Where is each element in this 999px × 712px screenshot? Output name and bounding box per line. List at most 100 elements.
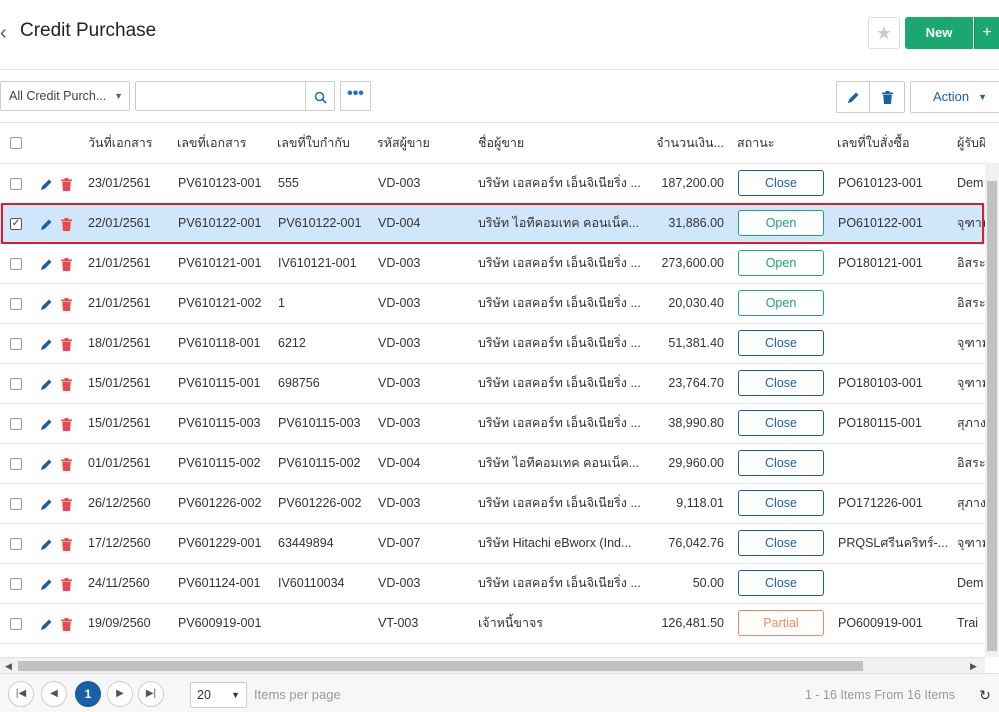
prev-page-button[interactable]: ◀ bbox=[41, 681, 67, 707]
page-size-select[interactable]: 20 ▼ bbox=[190, 682, 247, 708]
table-row[interactable]: 24/11/2560 PV601124-001 IV60110034 VD-003 บร… bbox=[0, 564, 999, 604]
column-header-po-no[interactable]: เลขที่ใบสั่งซื้อ bbox=[837, 123, 947, 163]
filter-select[interactable]: All Credit Purch... ▼ bbox=[0, 81, 130, 111]
search-input[interactable] bbox=[135, 81, 305, 111]
column-header-vendor-name[interactable]: ชื่อผู้ขาย bbox=[478, 123, 648, 163]
table-row[interactable]: 26/12/2560 PV601226-002 PV601226-002 VD-003… bbox=[0, 484, 999, 524]
row-checkbox[interactable] bbox=[10, 178, 22, 190]
status-badge[interactable]: Close bbox=[738, 490, 824, 516]
pencil-icon[interactable] bbox=[38, 444, 54, 483]
page-number-button[interactable]: 1 bbox=[75, 681, 101, 707]
bulk-delete-button[interactable] bbox=[870, 81, 905, 113]
table-row[interactable]: 21/01/2561 PV610121-001 IV610121-001 VD-003… bbox=[0, 244, 999, 284]
last-page-button[interactable]: ▶| bbox=[138, 681, 164, 707]
row-checkbox[interactable] bbox=[10, 538, 22, 550]
status-badge[interactable]: Close bbox=[738, 370, 824, 396]
row-checkbox[interactable] bbox=[10, 618, 22, 630]
status-badge[interactable]: Open bbox=[738, 210, 824, 236]
trash-icon[interactable] bbox=[59, 484, 73, 523]
table-row[interactable]: 15/01/2561 PV610115-001 698756 VD-003 บริษัท… bbox=[0, 364, 999, 404]
table-row[interactable]: 18/01/2561 PV610118-001 6212 VD-003 บริษัท เ… bbox=[0, 324, 999, 364]
vertical-scrollbar[interactable] bbox=[985, 163, 999, 657]
column-header-invoice-no[interactable]: เลขที่ใบกำกับ bbox=[277, 123, 373, 163]
status-badge[interactable]: Close bbox=[738, 330, 824, 356]
pencil-icon[interactable] bbox=[38, 564, 54, 603]
column-header-amount[interactable]: จำนวนเงิน... bbox=[652, 123, 724, 163]
table-row[interactable]: 17/12/2560 PV601229-001 63449894 VD-007 บริษ… bbox=[0, 524, 999, 564]
pencil-icon[interactable] bbox=[38, 204, 54, 243]
search-button[interactable] bbox=[305, 81, 335, 111]
status-badge[interactable]: Partial bbox=[738, 610, 824, 636]
status-badge[interactable]: Close bbox=[738, 570, 824, 596]
trash-icon[interactable] bbox=[59, 364, 73, 403]
cell-amount: 20,030.40 bbox=[668, 296, 724, 310]
status-badge[interactable]: Close bbox=[738, 530, 824, 556]
trash-icon[interactable] bbox=[59, 404, 73, 443]
new-dropdown-button[interactable]: + bbox=[974, 17, 999, 49]
table-row[interactable]: 19/09/2560 PV600919-001 VT-003 เจ้าหนี้ขาจร… bbox=[0, 604, 999, 644]
column-header-doc-date[interactable]: วันที่เอกสาร bbox=[88, 123, 174, 163]
scroll-left-icon[interactable]: ◀ bbox=[5, 658, 12, 674]
column-header-owner[interactable]: ผู้รับผิ bbox=[957, 123, 985, 163]
pencil-icon[interactable] bbox=[38, 164, 54, 203]
horizontal-scrollbar[interactable]: ◀ ▶ bbox=[0, 657, 985, 673]
table-row[interactable]: 21/01/2561 PV610121-002 1 VD-003 บริษัท เอสค… bbox=[0, 284, 999, 324]
row-checkbox[interactable] bbox=[10, 258, 22, 270]
trash-icon[interactable] bbox=[59, 204, 73, 243]
select-all-checkbox[interactable] bbox=[10, 137, 22, 149]
bulk-edit-button[interactable] bbox=[836, 81, 870, 113]
column-header-vendor-code[interactable]: รหัสผู้ขาย bbox=[377, 123, 473, 163]
trash-icon[interactable] bbox=[59, 324, 73, 363]
caret-down-icon: ▼ bbox=[978, 92, 987, 102]
pencil-icon[interactable] bbox=[38, 404, 54, 443]
cell-doc-no: PV610121-001 bbox=[178, 256, 262, 270]
row-checkbox[interactable] bbox=[10, 578, 22, 590]
trash-icon[interactable] bbox=[59, 444, 73, 483]
vertical-scrollbar-thumb[interactable] bbox=[987, 181, 997, 651]
trash-icon[interactable] bbox=[59, 604, 73, 643]
pencil-icon[interactable] bbox=[38, 364, 54, 403]
chevron-left-icon[interactable]: ‹ bbox=[0, 22, 14, 44]
row-checkbox[interactable] bbox=[10, 458, 22, 470]
table-row[interactable]: 15/01/2561 PV610115-003 PV610115-003 VD-003… bbox=[0, 404, 999, 444]
row-checkbox[interactable] bbox=[10, 338, 22, 350]
row-checkbox[interactable] bbox=[10, 378, 22, 390]
status-badge[interactable]: Close bbox=[738, 450, 824, 476]
favorite-button[interactable]: ★ bbox=[868, 17, 900, 49]
row-checkbox[interactable] bbox=[10, 498, 22, 510]
trash-icon[interactable] bbox=[59, 164, 73, 203]
action-menu-button[interactable]: Action ▼ bbox=[910, 81, 999, 113]
row-checkbox[interactable]: ✓ bbox=[10, 218, 22, 230]
next-page-button[interactable]: ▶ bbox=[107, 681, 133, 707]
status-badge[interactable]: Close bbox=[738, 410, 824, 436]
more-options-button[interactable]: ••• bbox=[340, 81, 371, 111]
cell-invoice-no: IV610121-001 bbox=[278, 256, 357, 270]
pencil-icon[interactable] bbox=[38, 484, 54, 523]
trash-icon[interactable] bbox=[59, 244, 73, 283]
trash-icon[interactable] bbox=[59, 524, 73, 563]
trash-icon[interactable] bbox=[59, 284, 73, 323]
pencil-icon[interactable] bbox=[38, 244, 54, 283]
table-row[interactable]: 23/01/2561 PV610123-001 555 VD-003 บริษัท เอ… bbox=[0, 164, 999, 204]
refresh-icon[interactable]: ↻ bbox=[976, 682, 994, 708]
new-button[interactable]: New bbox=[905, 17, 973, 49]
column-header-doc-no[interactable]: เลขที่เอกสาร bbox=[177, 123, 273, 163]
scroll-right-icon[interactable]: ▶ bbox=[970, 658, 977, 674]
status-badge[interactable]: Close bbox=[738, 170, 824, 196]
horizontal-scrollbar-thumb[interactable] bbox=[18, 661, 863, 671]
row-checkbox[interactable] bbox=[10, 418, 22, 430]
pencil-icon[interactable] bbox=[38, 284, 54, 323]
column-header-status[interactable]: สถานะ bbox=[737, 123, 827, 163]
table-row[interactable]: 01/01/2561 PV610115-002 PV610115-002 VD-004… bbox=[0, 444, 999, 484]
table-row[interactable]: ✓ 22/01/2561 PV610122-001 PV610122-001 VD-00… bbox=[0, 204, 999, 244]
first-page-button[interactable]: |◀ bbox=[8, 681, 34, 707]
status-badge[interactable]: Open bbox=[738, 290, 824, 316]
trash-icon[interactable] bbox=[59, 564, 73, 603]
status-badge[interactable]: Open bbox=[738, 250, 824, 276]
cell-vendor-name: บริษัท เอสคอร์ท เอ็นจิเนียริ่ง ... bbox=[478, 376, 641, 390]
pencil-icon[interactable] bbox=[38, 524, 54, 563]
row-checkbox[interactable] bbox=[10, 298, 22, 310]
pencil-icon[interactable] bbox=[38, 324, 54, 363]
pencil-icon[interactable] bbox=[38, 604, 54, 643]
cell-vendor-name: บริษัท เอสคอร์ท เอ็นจิเนียริ่ง ... bbox=[478, 176, 641, 190]
